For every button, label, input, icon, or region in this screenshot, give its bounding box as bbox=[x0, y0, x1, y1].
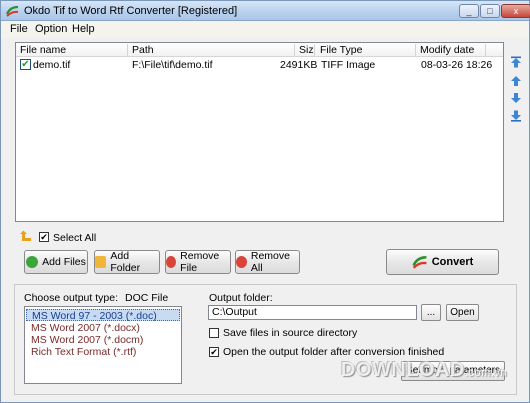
list-item[interactable]: MS Word 2007 (*.docm) bbox=[26, 334, 180, 346]
add-folder-label: Add Folder bbox=[110, 250, 141, 274]
watermark-suffix: .com.vn bbox=[464, 367, 507, 379]
output-folder-input[interactable]: C:\Output bbox=[208, 305, 417, 320]
up-folder-icon[interactable] bbox=[19, 230, 32, 242]
move-bottom-icon[interactable] bbox=[510, 110, 522, 122]
list-item[interactable]: Rich Text Format (*.rtf) bbox=[26, 346, 180, 358]
row-size: 2491KB bbox=[280, 59, 318, 71]
browse-button[interactable]: ... bbox=[421, 304, 441, 321]
app-window: Okdo Tif to Word Rtf Converter [Register… bbox=[0, 0, 530, 403]
file-list-header: File name Path Size File Type Modify dat… bbox=[16, 43, 503, 57]
column-path[interactable]: Path bbox=[128, 44, 295, 57]
download-watermark: DOWNLOAD.com.vn bbox=[341, 359, 507, 382]
window-title: Okdo Tif to Word Rtf Converter [Register… bbox=[24, 5, 238, 17]
close-button[interactable]: x bbox=[501, 4, 530, 18]
list-item[interactable]: MS Word 2007 (*.docx) bbox=[26, 322, 180, 334]
move-down-icon[interactable] bbox=[510, 92, 522, 104]
menu-file[interactable]: File bbox=[10, 23, 28, 35]
column-filler bbox=[486, 44, 503, 57]
row-path: F:\File\tif\demo.tif bbox=[132, 59, 213, 71]
select-all-checkbox[interactable]: ✔ bbox=[39, 232, 49, 242]
save-in-source-label: Save files in source directory bbox=[223, 327, 358, 339]
add-folder-button[interactable]: Add Folder bbox=[94, 250, 160, 274]
app-logo-icon bbox=[6, 5, 19, 17]
remove-all-label: Remove All bbox=[250, 250, 290, 274]
row-file-type: TIFF Image bbox=[321, 59, 376, 71]
watermark-text: DOWNLOAD bbox=[341, 359, 465, 381]
output-type-list[interactable]: MS Word 97 - 2003 (*.doc) MS Word 2007 (… bbox=[24, 306, 182, 384]
column-file-type[interactable]: File Type bbox=[316, 44, 416, 57]
remove-file-button[interactable]: Remove File bbox=[165, 250, 231, 274]
menu-option[interactable]: Option bbox=[35, 23, 67, 35]
column-size[interactable]: Size bbox=[295, 44, 315, 57]
folder-icon bbox=[95, 256, 107, 268]
save-in-source-checkbox[interactable] bbox=[209, 328, 219, 338]
row-modify-date: 08-03-26 18:26 bbox=[421, 59, 493, 71]
open-after-checkbox[interactable]: ✔ bbox=[209, 347, 219, 357]
remove-all-button[interactable]: Remove All bbox=[235, 250, 300, 274]
menu-bar: File Option Help bbox=[1, 21, 529, 38]
column-file-name[interactable]: File name bbox=[16, 44, 128, 57]
maximize-button[interactable]: □ bbox=[480, 4, 500, 18]
convert-label: Convert bbox=[431, 256, 474, 268]
output-type-label: Choose output type: bbox=[24, 292, 118, 304]
list-item[interactable]: MS Word 97 - 2003 (*.doc) bbox=[26, 309, 180, 322]
move-top-icon[interactable] bbox=[510, 56, 522, 68]
row-file-name: demo.tif bbox=[33, 59, 71, 71]
open-after-label: Open the output folder after conversion … bbox=[223, 346, 445, 358]
plus-icon bbox=[26, 256, 39, 268]
file-list[interactable]: File name Path Size File Type Modify dat… bbox=[15, 42, 504, 222]
minimize-button[interactable]: _ bbox=[459, 4, 479, 18]
convert-icon bbox=[412, 256, 427, 269]
row-checkbox[interactable]: ✔ bbox=[20, 59, 31, 70]
add-files-button[interactable]: Add Files bbox=[24, 250, 88, 274]
remove-file-label: Remove File bbox=[180, 250, 220, 274]
output-folder-label: Output folder: bbox=[209, 292, 273, 304]
menu-help[interactable]: Help bbox=[72, 23, 95, 35]
column-modify-date[interactable]: Modify date bbox=[416, 44, 486, 57]
minus-icon bbox=[166, 256, 177, 268]
open-folder-button[interactable]: Open bbox=[446, 304, 479, 321]
output-type-value: DOC File bbox=[125, 292, 169, 304]
table-row[interactable]: ✔ demo.tif F:\File\tif\demo.tif 2491KB T… bbox=[16, 58, 492, 72]
convert-button[interactable]: Convert bbox=[386, 249, 499, 275]
add-files-label: Add Files bbox=[42, 256, 86, 268]
title-bar[interactable]: Okdo Tif to Word Rtf Converter [Register… bbox=[1, 1, 530, 21]
remove-all-icon bbox=[236, 256, 247, 268]
move-up-icon[interactable] bbox=[510, 75, 522, 87]
select-all-label: Select All bbox=[53, 232, 97, 244]
